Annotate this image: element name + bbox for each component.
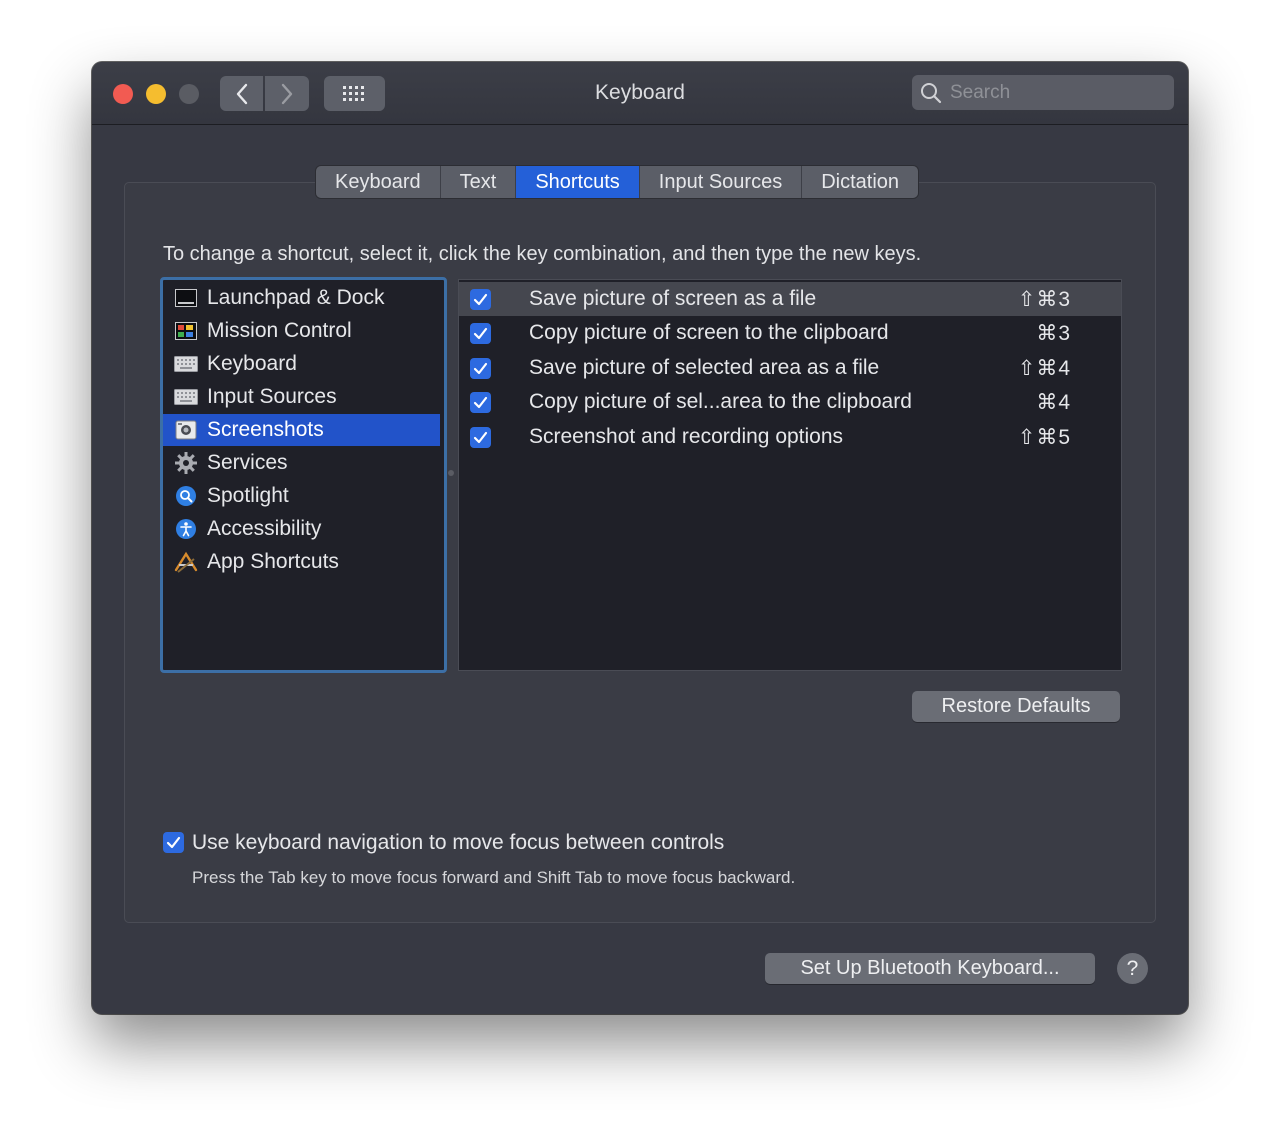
shortcut-label: Screenshot and recording options bbox=[529, 425, 844, 448]
category-label: Services bbox=[207, 451, 288, 474]
checkmark-icon bbox=[166, 836, 181, 849]
category-item-app-shortcuts[interactable]: App Shortcuts bbox=[163, 546, 440, 578]
help-button[interactable]: ? bbox=[1117, 953, 1148, 984]
title-bar: Keyboard bbox=[92, 62, 1188, 125]
category-item-mission-control[interactable]: Mission Control bbox=[163, 315, 440, 347]
shortcut-label: Copy picture of sel...area to the clipbo… bbox=[529, 390, 912, 413]
shortcut-row-copy-area-clipboard[interactable]: Copy picture of sel...area to the clipbo… bbox=[459, 385, 1121, 419]
category-item-input-sources[interactable]: Input Sources bbox=[163, 381, 440, 413]
category-label: Screenshots bbox=[207, 418, 324, 441]
shortcut-label: Save picture of selected area as a file bbox=[529, 356, 880, 379]
shortcut-row-save-screen-file[interactable]: Save picture of screen as a file ⇧⌘3 bbox=[459, 282, 1121, 316]
split-view-handle[interactable] bbox=[448, 470, 454, 476]
category-label: Accessibility bbox=[207, 517, 322, 540]
shortcut-row-save-area-file[interactable]: Save picture of selected area as a file … bbox=[459, 351, 1121, 385]
checkmark-icon bbox=[473, 396, 488, 408]
checkmark-icon bbox=[473, 362, 488, 374]
shortcut-row-copy-screen-clipboard[interactable]: Copy picture of screen to the clipboard … bbox=[459, 316, 1121, 350]
instruction-text: To change a shortcut, select it, click t… bbox=[163, 243, 922, 265]
shortcut-checkbox[interactable] bbox=[470, 357, 491, 379]
tab-text[interactable]: Text bbox=[440, 166, 517, 198]
shortcut-list[interactable]: Save picture of screen as a file ⇧⌘3 Cop… bbox=[458, 279, 1122, 671]
keyboard-navigation-help-text: Press the Tab key to move focus forward … bbox=[192, 868, 796, 887]
shortcut-label: Copy picture of screen to the clipboard bbox=[529, 321, 889, 344]
keyboard-icon bbox=[174, 352, 198, 376]
accessibility-icon bbox=[174, 517, 198, 541]
shortcut-keys[interactable]: ⇧⌘4 bbox=[1018, 356, 1071, 381]
search-input[interactable] bbox=[948, 80, 1162, 105]
category-item-screenshots[interactable]: Screenshots bbox=[163, 414, 440, 446]
input-sources-icon bbox=[174, 385, 198, 409]
shortcut-checkbox[interactable] bbox=[470, 322, 491, 344]
checkmark-icon bbox=[473, 293, 488, 305]
shortcut-checkbox[interactable] bbox=[470, 288, 491, 310]
keyboard-preferences-window: Keyboard Keyboard Text Shortcuts Input S… bbox=[92, 62, 1188, 1014]
keyboard-navigation-label[interactable]: Use keyboard navigation to move focus be… bbox=[192, 831, 724, 855]
checkmark-icon bbox=[473, 327, 488, 339]
shortcut-keys[interactable]: ⌘4 bbox=[1036, 390, 1071, 415]
tab-keyboard[interactable]: Keyboard bbox=[316, 166, 441, 198]
mission-control-icon bbox=[174, 319, 198, 343]
shortcut-row-screenshot-options[interactable]: Screenshot and recording options ⇧⌘5 bbox=[459, 420, 1121, 454]
category-label: App Shortcuts bbox=[207, 550, 339, 573]
checkmark-icon bbox=[473, 431, 488, 443]
category-item-accessibility[interactable]: Accessibility bbox=[163, 513, 440, 545]
search-field[interactable] bbox=[912, 75, 1174, 110]
category-item-services[interactable]: Services bbox=[163, 447, 440, 479]
shortcut-label: Save picture of screen as a file bbox=[529, 287, 817, 310]
shortcut-checkbox[interactable] bbox=[470, 391, 491, 413]
screenshots-icon bbox=[174, 418, 198, 442]
category-label: Mission Control bbox=[207, 319, 352, 342]
shortcut-keys[interactable]: ⇧⌘3 bbox=[1018, 287, 1071, 312]
shortcut-keys[interactable]: ⇧⌘5 bbox=[1018, 425, 1071, 450]
restore-defaults-button[interactable]: Restore Defaults bbox=[912, 691, 1120, 722]
tab-shortcuts[interactable]: Shortcuts bbox=[516, 166, 640, 198]
keyboard-navigation-checkbox[interactable] bbox=[163, 832, 184, 853]
category-label: Launchpad & Dock bbox=[207, 286, 385, 309]
category-item-keyboard[interactable]: Keyboard bbox=[163, 348, 440, 380]
launchpad-dock-icon bbox=[174, 286, 198, 310]
category-list[interactable]: Launchpad & Dock Mission Control Keyboar… bbox=[160, 277, 447, 673]
shortcut-checkbox[interactable] bbox=[470, 426, 491, 448]
category-item-launchpad-dock[interactable]: Launchpad & Dock bbox=[163, 282, 440, 314]
shortcut-keys[interactable]: ⌘3 bbox=[1036, 321, 1071, 346]
setup-bluetooth-keyboard-button[interactable]: Set Up Bluetooth Keyboard... bbox=[765, 953, 1095, 984]
services-gear-icon bbox=[174, 451, 198, 475]
category-item-spotlight[interactable]: Spotlight bbox=[163, 480, 440, 512]
category-label: Input Sources bbox=[207, 385, 337, 408]
tab-dictation[interactable]: Dictation bbox=[802, 166, 919, 198]
category-label: Spotlight bbox=[207, 484, 289, 507]
tab-input-sources[interactable]: Input Sources bbox=[639, 166, 803, 198]
app-shortcuts-icon bbox=[174, 550, 198, 574]
spotlight-icon bbox=[174, 484, 198, 508]
tab-bar: Keyboard Text Shortcuts Input Sources Di… bbox=[316, 166, 919, 198]
category-label: Keyboard bbox=[207, 352, 297, 375]
search-icon bbox=[921, 82, 942, 103]
